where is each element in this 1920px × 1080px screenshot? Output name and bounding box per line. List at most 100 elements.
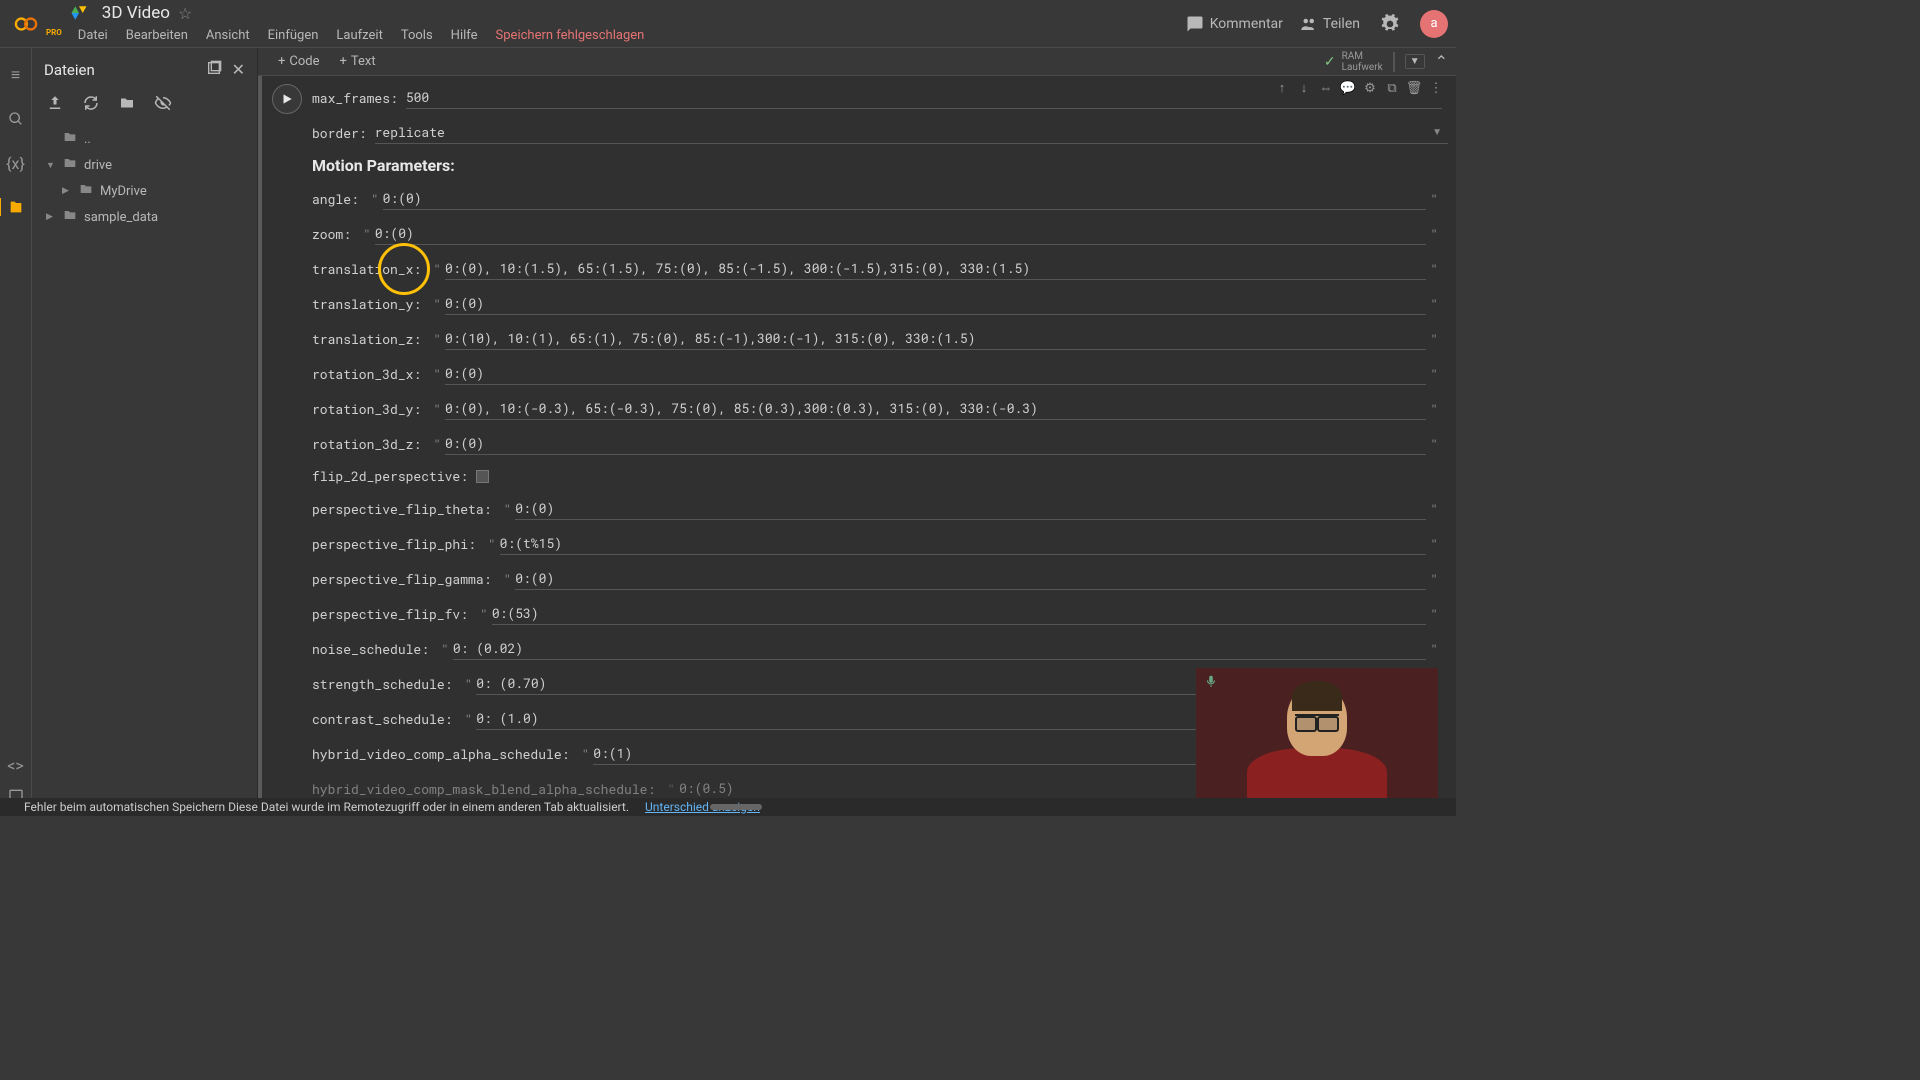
rotation-3d-x-input[interactable] [445, 362, 1426, 385]
settings-button[interactable] [1376, 10, 1404, 38]
app-header: PRO 3D Video ☆ Datei Bearbeiten Ansicht … [0, 0, 1456, 48]
noise-label: noise_schedule: [312, 640, 429, 658]
persp-gamma-label: perspective_flip_gamma: [312, 570, 491, 588]
left-rail: ≡ {x} <> [0, 48, 32, 816]
pro-badge: PRO [46, 28, 62, 37]
caret-down-icon[interactable]: ▼ [46, 160, 56, 171]
add-code-button[interactable]: + Code [268, 52, 330, 71]
menu-icon[interactable]: ≡ [7, 66, 25, 84]
colab-logo[interactable] [8, 6, 44, 42]
motion-header: Motion Parameters: [312, 156, 1442, 175]
menu-bearbeiten[interactable]: Bearbeiten [118, 26, 196, 45]
persp-phi-label: perspective_flip_phi: [312, 535, 476, 553]
folder-icon [78, 181, 94, 201]
hybrid-mask-label: hybrid_video_comp_mask_blend_alpha_sched… [312, 780, 655, 798]
hide-icon[interactable] [154, 94, 172, 116]
tree-mydrive[interactable]: ▶ MyDrive [32, 178, 257, 204]
variables-icon[interactable]: {x} [7, 154, 25, 172]
caret-right-icon[interactable]: ▶ [46, 212, 56, 222]
tree-drive[interactable]: ▼ drive [32, 152, 257, 178]
contrast-label: contrast_schedule: [312, 710, 452, 728]
webcam-overlay [1196, 668, 1438, 806]
flip-2d-checkbox[interactable] [476, 470, 489, 483]
persp-gamma-input[interactable] [515, 567, 1426, 590]
refresh-icon[interactable] [82, 94, 100, 116]
run-cell-button[interactable] [272, 84, 302, 114]
translation-y-input[interactable] [445, 292, 1426, 315]
tree-label: .. [84, 132, 91, 147]
autosave-error-bar: Fehler beim automatischen Speichern Dies… [0, 798, 1456, 816]
search-icon[interactable] [7, 110, 25, 128]
comment-button[interactable]: Kommentar [1186, 15, 1283, 33]
persp-fv-input[interactable] [492, 602, 1426, 625]
menu-tools[interactable]: Tools [393, 26, 441, 45]
add-text-button[interactable]: + Text [330, 52, 386, 71]
star-icon[interactable]: ☆ [178, 4, 192, 23]
doc-title[interactable]: 3D Video [102, 3, 170, 23]
upload-icon[interactable] [46, 94, 64, 116]
share-label: Teilen [1323, 16, 1360, 32]
new-window-icon[interactable] [206, 60, 222, 80]
noise-input[interactable] [453, 637, 1426, 660]
flip-2d-label: flip_2d_perspective: [312, 467, 468, 485]
caret-right-icon[interactable]: ▶ [62, 186, 72, 196]
mount-drive-icon[interactable] [118, 94, 136, 116]
close-panel-icon[interactable]: ✕ [232, 60, 245, 80]
folder-icon [62, 207, 78, 227]
tree-parent[interactable]: .. [32, 126, 257, 152]
zoom-input[interactable] [375, 222, 1426, 245]
menu-ansicht[interactable]: Ansicht [198, 26, 258, 45]
persp-theta-label: perspective_flip_theta: [312, 500, 491, 518]
rotation-3d-y-input[interactable] [445, 397, 1426, 420]
menu-hilfe[interactable]: Hilfe [443, 26, 486, 45]
settings-icon[interactable]: ⚙ [1360, 78, 1380, 98]
runtime-status[interactable]: ✓ RAM Laufwerk [1324, 51, 1395, 73]
rotation-3d-x-label: rotation_3d_x: [312, 365, 421, 383]
translation-z-input[interactable] [445, 327, 1426, 350]
move-down-icon[interactable]: ↓ [1294, 78, 1314, 98]
disk-label: Laufwerk [1342, 62, 1383, 73]
translation-x-input[interactable] [445, 257, 1426, 280]
runtime-dropdown[interactable]: ▼ [1405, 54, 1425, 69]
zoom-label: zoom: [312, 225, 351, 243]
translation-x-label: translation_x: [312, 260, 421, 278]
avatar[interactable]: a [1420, 10, 1448, 38]
more-icon[interactable]: ⋮ [1426, 78, 1446, 98]
drive-icon [70, 4, 88, 22]
share-button[interactable]: Teilen [1299, 15, 1360, 33]
delete-icon[interactable]: 🗑 [1404, 78, 1424, 98]
mirror-icon[interactable]: ⧉ [1382, 78, 1402, 98]
file-tree: .. ▼ drive ▶ MyDrive ▶ sample_data [32, 126, 257, 230]
ram-label: RAM [1342, 51, 1383, 62]
angle-input[interactable] [383, 187, 1427, 210]
comment-label: Kommentar [1210, 16, 1283, 32]
files-icon[interactable] [0, 198, 31, 216]
tree-label: MyDrive [100, 184, 147, 199]
translation-z-label: translation_z: [312, 330, 421, 348]
menu-datei[interactable]: Datei [70, 26, 116, 45]
folder-icon [62, 155, 78, 175]
tree-label: sample_data [84, 210, 158, 225]
save-error-text: Speichern fehlgeschlagen [488, 26, 653, 45]
menu-einfuegen[interactable]: Einfügen [260, 26, 327, 45]
persp-fv-label: perspective_flip_fv: [312, 605, 468, 623]
persp-phi-input[interactable] [500, 532, 1427, 555]
menu-bar: Datei Bearbeiten Ansicht Einfügen Laufze… [70, 26, 1186, 45]
max-frames-label: max_frames: [312, 89, 398, 107]
comment-icon[interactable]: 💬 [1338, 78, 1358, 98]
cell-actions: ↑ ↓ ⇔ 💬 ⚙ ⧉ 🗑 ⋮ [1270, 76, 1448, 100]
check-icon: ✓ [1324, 54, 1336, 70]
files-toolbar [32, 88, 257, 126]
persp-theta-input[interactable] [515, 497, 1426, 520]
scrollbar-thumb[interactable] [710, 804, 762, 810]
tree-sampledata[interactable]: ▶ sample_data [32, 204, 257, 230]
menu-laufzeit[interactable]: Laufzeit [328, 26, 390, 45]
border-select[interactable] [375, 121, 1448, 144]
translation-y-label: translation_y: [312, 295, 421, 313]
link-icon[interactable]: ⇔ [1316, 78, 1336, 98]
collapse-toolbar-icon[interactable]: ⌃ [1435, 52, 1448, 71]
code-snippets-icon[interactable]: <> [7, 756, 25, 774]
rotation-3d-y-label: rotation_3d_y: [312, 400, 421, 418]
move-up-icon[interactable]: ↑ [1272, 78, 1292, 98]
rotation-3d-z-input[interactable] [445, 432, 1426, 455]
